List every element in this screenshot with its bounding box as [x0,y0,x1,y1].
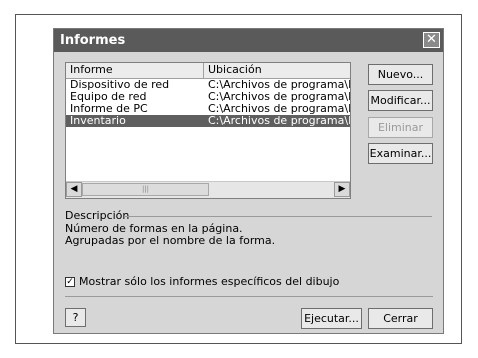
column-header-ubicacion[interactable]: Ubicación [204,63,350,78]
report-location: C:\Archivos de programa\Micros [208,115,350,127]
nuevo-button[interactable]: Nuevo... [368,64,433,85]
eliminar-button[interactable]: Eliminar [368,117,433,138]
report-name: Equipo de red [70,91,147,103]
close-icon: ✕ [426,32,437,47]
ejecutar-button[interactable]: Ejecutar... [301,308,362,329]
description-line-2: Agrupadas por el nombre de la forma. [65,234,276,247]
report-name: Informe de PC [70,103,148,115]
list-item-selected[interactable]: Inventario C:\Archivos de programa\Micro… [66,115,350,127]
report-location: C:\Archivos de programa\Micros [208,103,350,115]
reports-list[interactable]: Informe Ubicación Dispositivo de red C:\… [65,62,351,199]
report-location: C:\Archivos de programa\Micros [208,79,350,91]
cerrar-button[interactable]: Cerrar [368,308,433,329]
checkmark-icon: ✓ [66,277,74,287]
show-specific-reports-checkbox[interactable]: ✓ [65,277,75,287]
help-icon: ? [72,311,79,324]
close-button[interactable]: ✕ [423,32,440,48]
report-name: Dispositivo de red [70,79,170,91]
list-item[interactable]: Dispositivo de red C:\Archivos de progra… [66,79,350,91]
column-header-informe[interactable]: Informe [66,63,204,78]
description-text: Número de formas en la página. Agrupadas… [65,223,275,247]
scroll-left-icon: ◀ [70,184,78,194]
modificar-button[interactable]: Modificar... [368,90,433,111]
description-label: Descripción [65,209,130,222]
scroll-grip: ||| [141,185,150,193]
help-button[interactable]: ? [65,308,86,327]
examinar-button[interactable]: Examinar... [368,143,433,164]
scroll-left-button[interactable]: ◀ [66,182,82,197]
show-specific-reports-label[interactable]: Mostrar sólo los informes específicos de… [79,275,339,288]
description-divider [124,216,432,217]
scroll-thumb[interactable]: ||| [82,183,209,196]
title-bar[interactable]: Informes ✕ [54,29,443,52]
list-item[interactable]: Informe de PC C:\Archivos de programa\Mi… [66,103,350,115]
scroll-right-icon: ▶ [338,184,346,194]
informes-dialog: Informes ✕ Informe Ubicación Dispositivo… [53,28,444,334]
dialog-title: Informes [60,33,126,48]
list-header: Informe Ubicación [66,63,350,79]
report-location: C:\Archivos de programa\Micros [208,91,350,103]
report-name: Inventario [70,115,126,127]
list-item[interactable]: Equipo de red C:\Archivos de programa\Mi… [66,91,350,103]
bottom-separator [65,296,433,297]
horizontal-scrollbar[interactable]: ◀ ||| ▶ [66,181,350,198]
scroll-right-button[interactable]: ▶ [334,182,350,197]
